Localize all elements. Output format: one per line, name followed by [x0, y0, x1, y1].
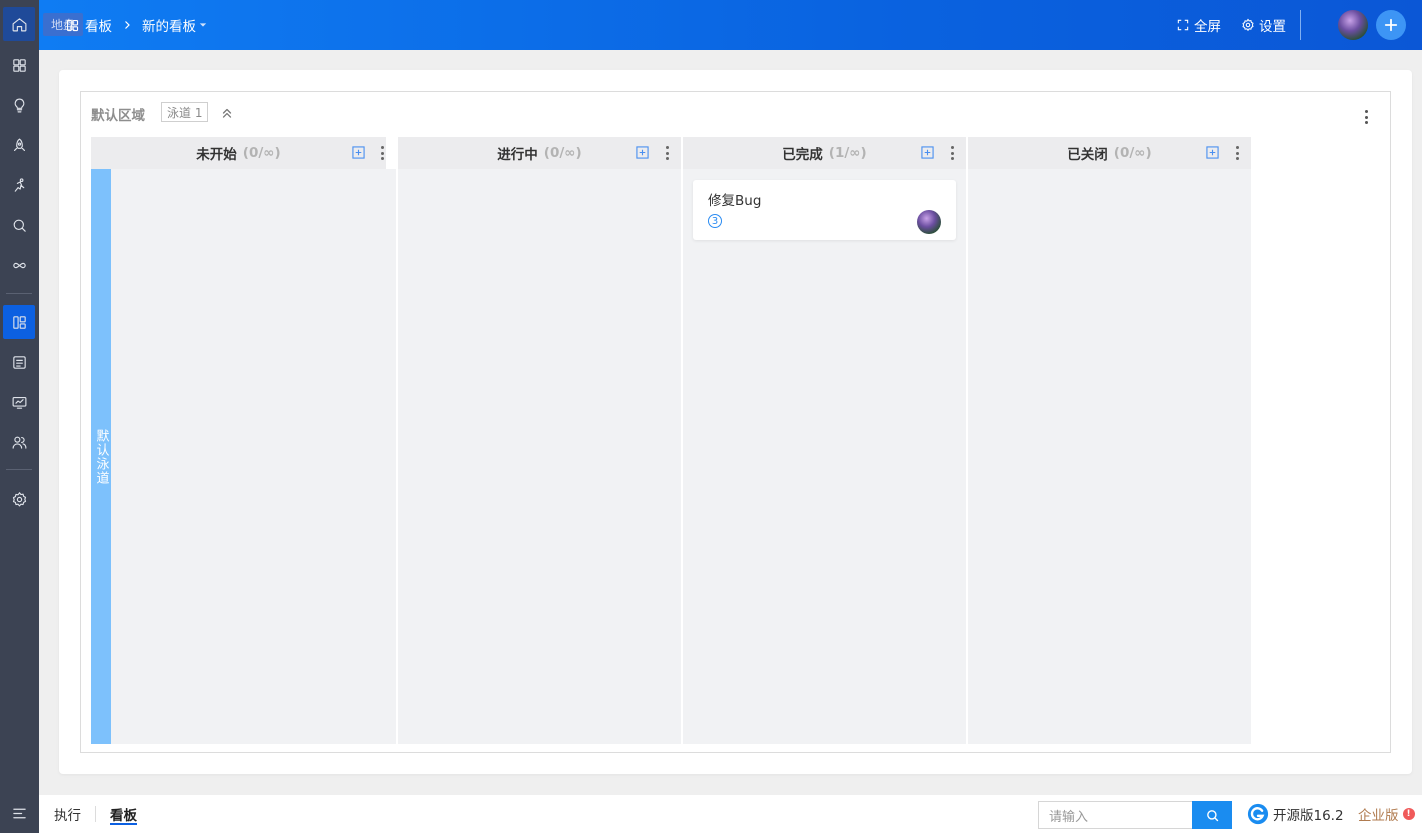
breadcrumb-root[interactable]: 看板	[85, 15, 112, 35]
list-icon[interactable]	[3, 345, 35, 379]
sidebar-divider	[6, 293, 32, 294]
home-icon[interactable]	[3, 7, 35, 41]
enterprise-link[interactable]: 企业版 !	[1358, 795, 1415, 833]
column-body-todo[interactable]	[111, 169, 396, 744]
chevron-right-icon	[125, 21, 130, 29]
kanban-card[interactable]: 修复Bug 3	[693, 180, 956, 240]
column-body-done[interactable]	[683, 169, 966, 744]
tab-execute[interactable]: 执行	[54, 795, 81, 833]
grid-icon[interactable]	[3, 48, 35, 82]
header-divider	[1300, 10, 1301, 40]
search-button[interactable]	[1192, 801, 1232, 829]
add-card-icon[interactable]	[921, 146, 934, 159]
column-more-icon[interactable]	[1235, 146, 1239, 160]
sidebar-divider	[6, 469, 32, 470]
assignee-avatar[interactable]	[917, 210, 941, 234]
run-icon[interactable]	[3, 168, 35, 202]
priority-badge: 3	[708, 214, 722, 228]
plus-icon	[1384, 18, 1398, 32]
column-name: 已关闭	[1067, 147, 1108, 163]
column-count: (0/∞)	[242, 145, 281, 161]
settings-gear-icon	[1242, 18, 1254, 32]
search-input[interactable]: 请输入	[1038, 801, 1193, 829]
fullscreen-button[interactable]: 全屏	[1176, 0, 1221, 50]
footer-bar: 执行 看板 请输入 开源版16.2 企业版 !	[39, 795, 1422, 833]
settings-label: 设置	[1259, 19, 1286, 35]
column-name: 未开始	[196, 147, 237, 163]
card-title[interactable]: 修复Bug	[708, 189, 761, 209]
column-header-todo: 未开始 (0/∞)	[91, 137, 386, 169]
board-region: 默认区域 泳道 1 未开始 (0/∞) 进行中 (0/∞) 已完成 (1/∞) …	[80, 91, 1391, 753]
caret-down-icon[interactable]	[199, 21, 207, 29]
kanban-icon[interactable]	[3, 305, 35, 339]
column-more-icon[interactable]	[665, 146, 669, 160]
column-name: 已完成	[782, 147, 823, 163]
lane-count-tag: 泳道 1	[161, 102, 209, 122]
top-header: 地盘 看板 新的看板 全屏 设置	[39, 0, 1422, 50]
column-count: (1/∞)	[828, 145, 867, 161]
kanban-icon	[66, 19, 79, 31]
column-body-closed[interactable]	[968, 169, 1251, 744]
region-title: 默认区域	[91, 108, 145, 124]
fullscreen-label: 全屏	[1194, 19, 1221, 35]
column-more-icon[interactable]	[380, 146, 384, 160]
column-header-doing: 进行中 (0/∞)	[398, 137, 681, 169]
column-header-closed: 已关闭 (0/∞)	[968, 137, 1251, 169]
add-card-icon[interactable]	[352, 146, 365, 159]
lane-label[interactable]: 默认泳道	[91, 169, 111, 744]
create-button[interactable]	[1376, 10, 1406, 40]
add-card-icon[interactable]	[1206, 146, 1219, 159]
enterprise-label: 企业版	[1358, 808, 1399, 824]
fullscreen-icon	[1177, 19, 1189, 31]
collapse-up-icon[interactable]	[220, 106, 234, 120]
infinity-icon[interactable]	[3, 248, 35, 282]
search-icon	[1206, 809, 1218, 821]
column-name: 进行中	[497, 147, 538, 163]
users-icon[interactable]	[3, 425, 35, 459]
region-more-icon[interactable]	[1361, 108, 1371, 126]
search-bug-icon[interactable]	[3, 208, 35, 242]
column-count: (0/∞)	[1113, 145, 1152, 161]
monitor-icon[interactable]	[3, 385, 35, 419]
add-card-icon[interactable]	[636, 146, 649, 159]
settings-button[interactable]: 设置	[1241, 0, 1286, 50]
lightbulb-icon[interactable]	[3, 88, 35, 122]
gear-icon[interactable]	[3, 482, 35, 516]
column-header-done: 已完成 (1/∞)	[683, 137, 966, 169]
tab-kanban[interactable]: 看板	[110, 795, 137, 833]
board-panel: 默认区域 泳道 1 未开始 (0/∞) 进行中 (0/∞) 已完成 (1/∞) …	[59, 70, 1412, 774]
column-body-doing[interactable]	[398, 169, 681, 744]
column-count: (0/∞)	[543, 145, 582, 161]
version-info[interactable]: 开源版16.2	[1247, 795, 1344, 833]
breadcrumb-current[interactable]: 新的看板	[142, 15, 196, 35]
version-label: 开源版16.2	[1273, 808, 1344, 824]
column-more-icon[interactable]	[950, 146, 954, 160]
sidebar	[0, 0, 39, 833]
breadcrumb: 看板 新的看板	[65, 0, 207, 50]
zentao-logo-icon	[1247, 803, 1269, 825]
footer-divider	[95, 806, 96, 822]
warning-icon: !	[1402, 808, 1415, 820]
menu-toggle-icon[interactable]	[3, 796, 35, 830]
rocket-icon[interactable]	[3, 128, 35, 162]
user-avatar[interactable]	[1338, 10, 1368, 40]
